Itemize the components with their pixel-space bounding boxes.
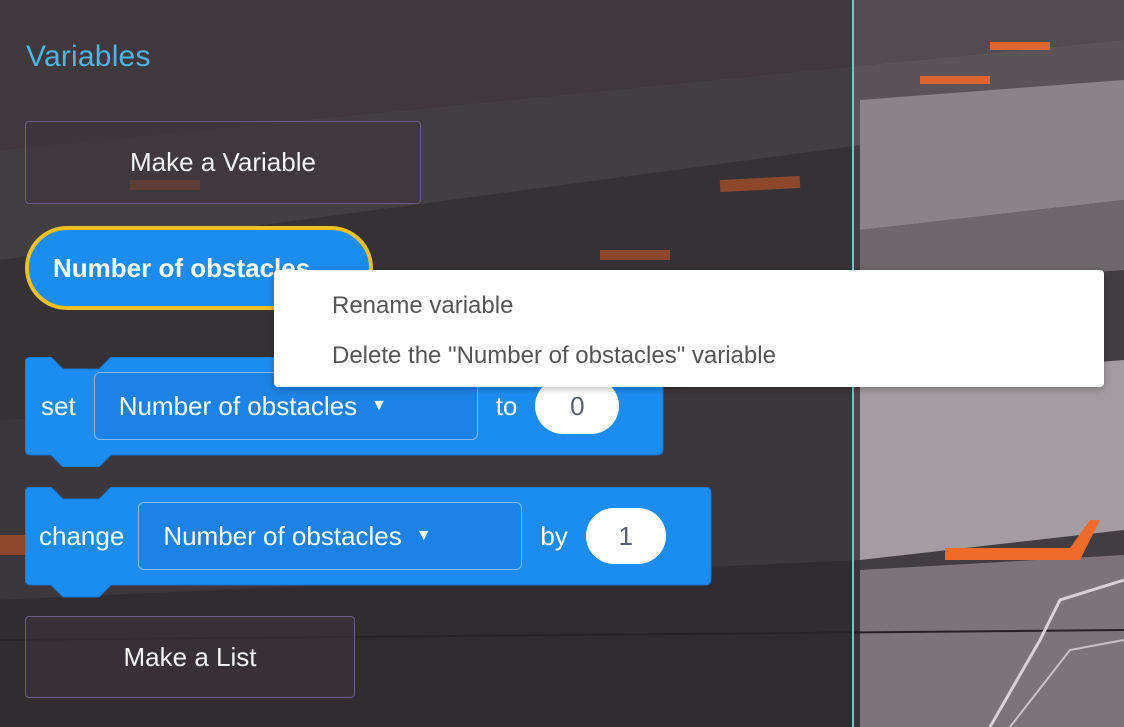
change-value-input[interactable]: 1 bbox=[585, 508, 666, 564]
change-variable-block[interactable]: change Number of obstacles ▼ by 1 bbox=[25, 487, 713, 599]
change-variable-dropdown[interactable]: Number of obstacles ▼ bbox=[138, 502, 523, 570]
set-keyword: set bbox=[41, 390, 76, 421]
by-keyword: by bbox=[540, 520, 568, 551]
make-variable-button[interactable]: Make a Variable bbox=[25, 121, 421, 204]
delete-variable-menu-item[interactable]: Delete the "Number of obstacles" variabl… bbox=[332, 342, 776, 370]
to-keyword: to bbox=[495, 390, 518, 421]
category-title: Variables bbox=[26, 40, 151, 73]
set-variable-dropdown-label: Number of obstacles bbox=[118, 390, 358, 421]
change-keyword: change bbox=[39, 520, 125, 551]
variable-reporter-label: Number of obstacles bbox=[53, 252, 311, 283]
variable-context-menu: Rename variable Delete the "Number of ob… bbox=[274, 270, 1104, 387]
caret-down-icon: ▼ bbox=[415, 527, 432, 544]
change-variable-dropdown-label: Number of obstacles bbox=[163, 520, 402, 551]
caret-down-icon: ▼ bbox=[371, 397, 387, 414]
make-list-button[interactable]: Make a List bbox=[25, 616, 355, 698]
rename-variable-menu-item[interactable]: Rename variable bbox=[332, 292, 513, 320]
